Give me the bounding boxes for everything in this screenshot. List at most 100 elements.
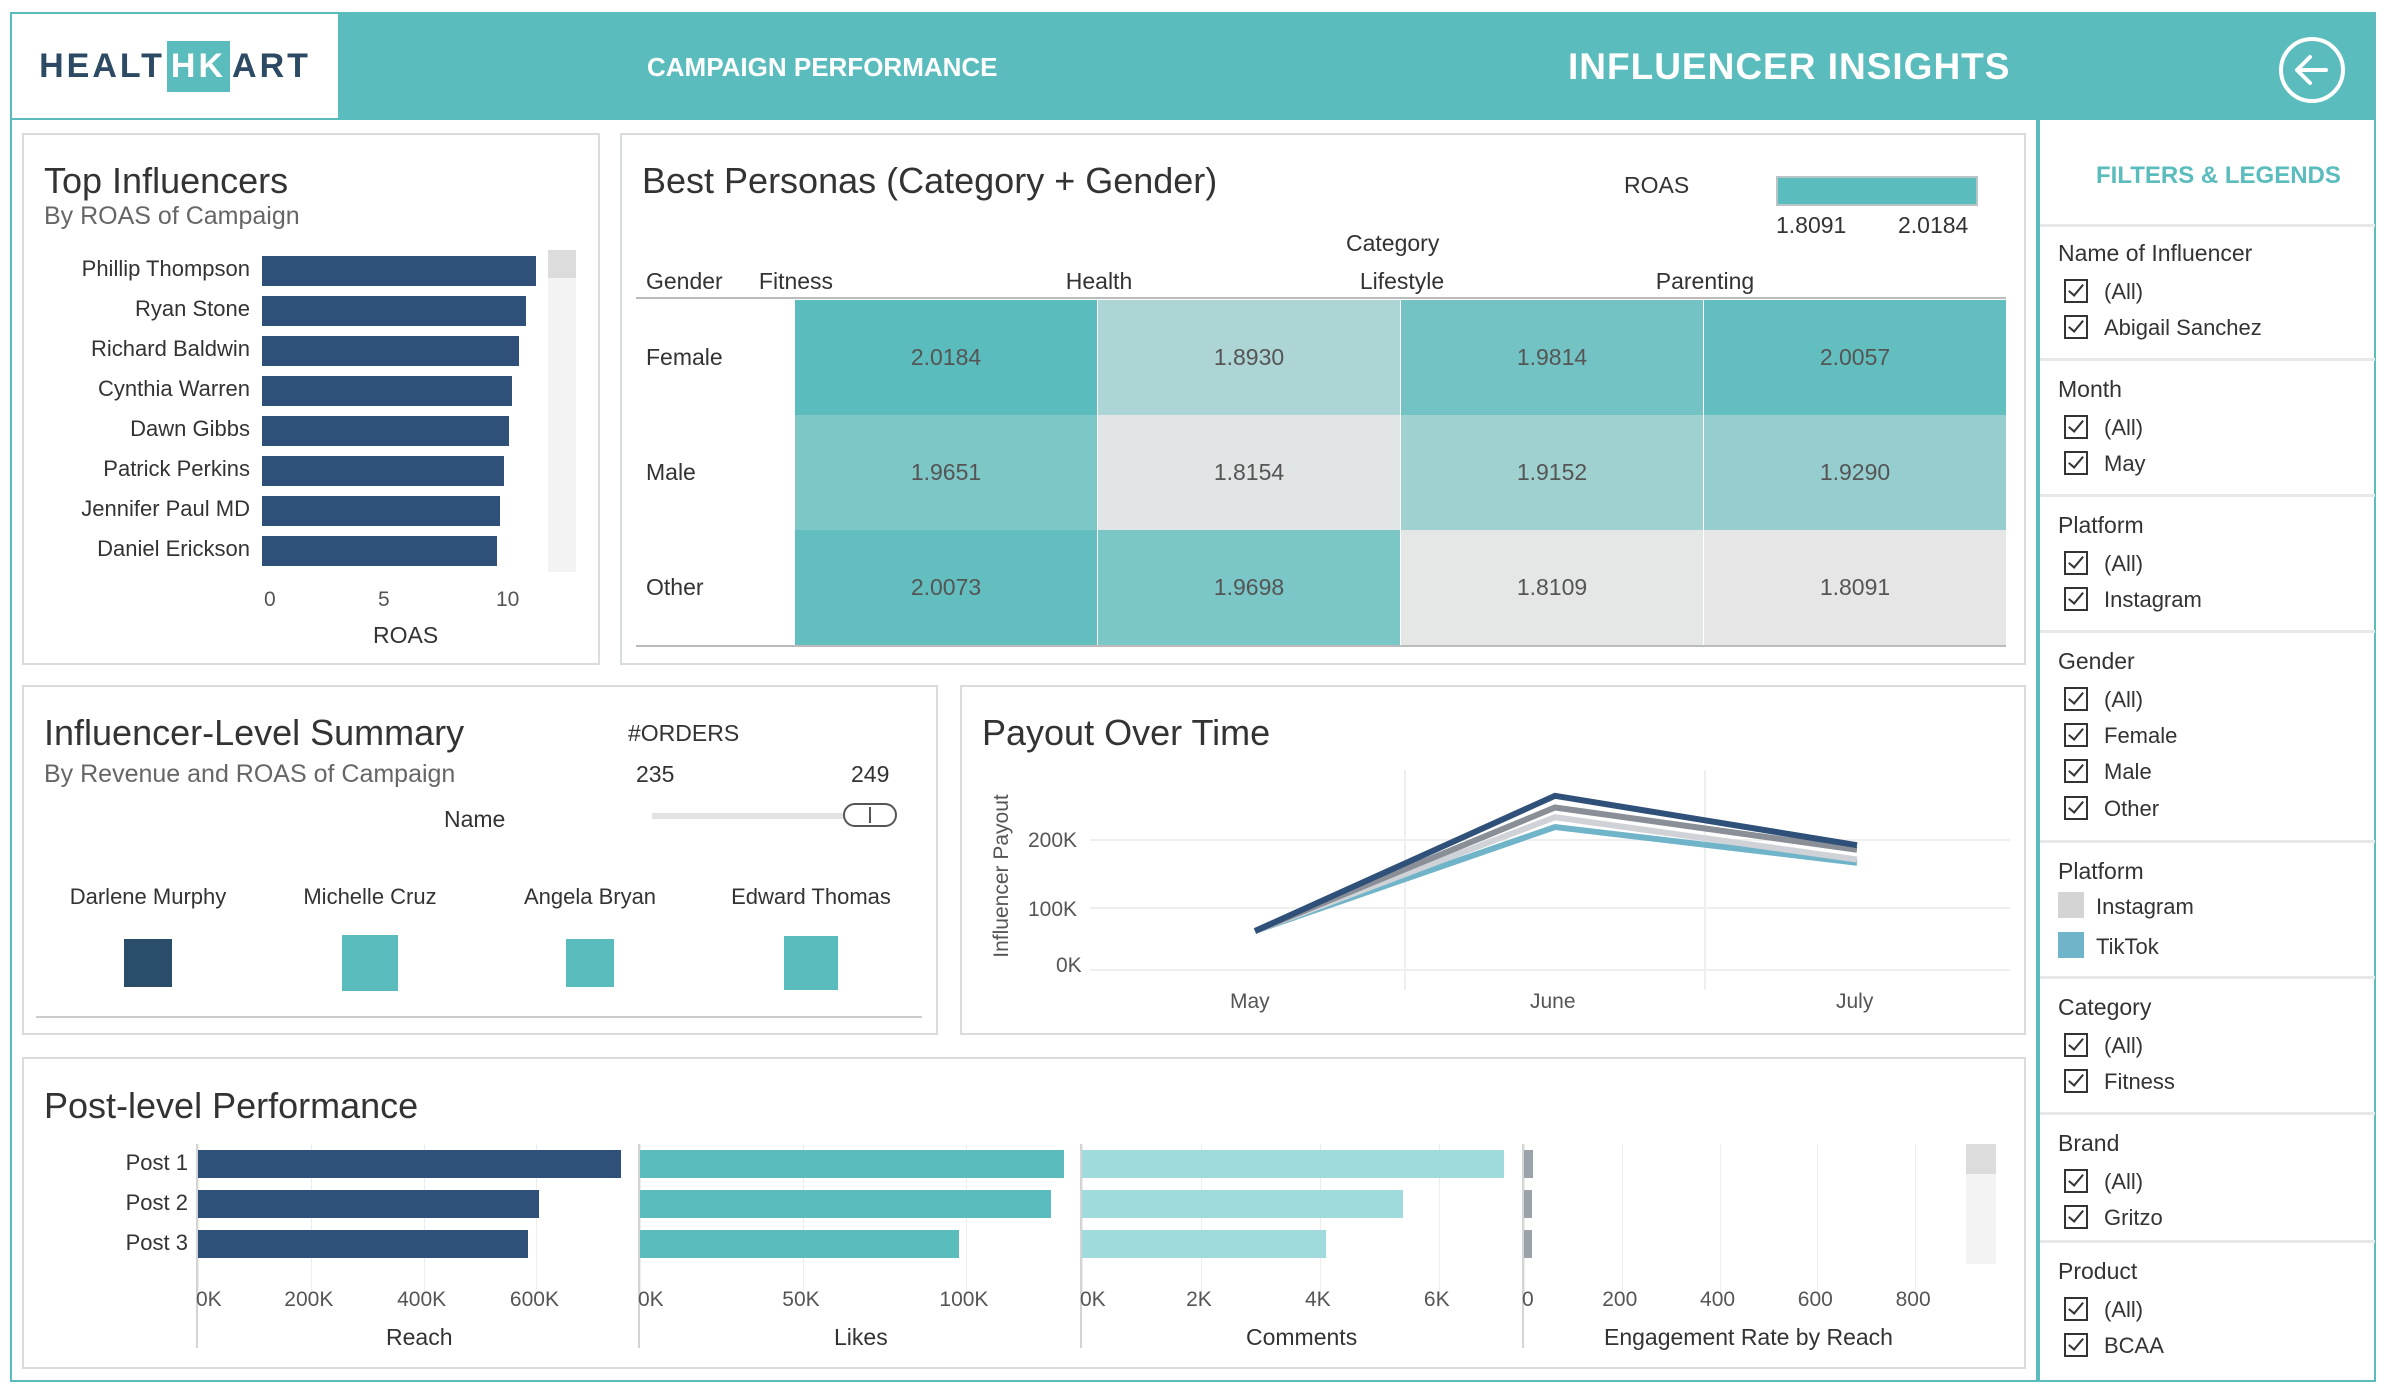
post-bar[interactable] (1524, 1230, 1532, 1258)
filter-product-all-checkbox[interactable] (2064, 1297, 2088, 1321)
payout-x-july: July (1836, 990, 1874, 1013)
filter-brand-title: Brand (2058, 1130, 2120, 1156)
heatmap-cell[interactable]: 2.0184 (795, 300, 1097, 415)
filter-influencer-abigail-checkbox[interactable] (2064, 315, 2088, 339)
filter-gender-female[interactable]: Female (2104, 723, 2177, 749)
heatmap-cell[interactable]: 1.8930 (1098, 300, 1400, 415)
personas-legend-max: 2.0184 (1898, 212, 1969, 238)
post-bar[interactable] (640, 1150, 1064, 1178)
nav-campaign-performance[interactable]: CAMPAIGN PERFORMANCE (647, 52, 998, 83)
post-bar[interactable] (1082, 1190, 1404, 1218)
orders-slider-handle[interactable] (843, 803, 897, 827)
ti-bar[interactable] (262, 456, 505, 486)
filter-category-all[interactable]: (All) (2104, 1033, 2143, 1059)
post-bar[interactable] (198, 1150, 622, 1178)
heatmap-cell[interactable]: 2.0057 (1704, 300, 2006, 415)
payout-x-may: May (1230, 990, 1270, 1013)
filter-influencer-all-checkbox[interactable] (2064, 279, 2088, 303)
personas-category-header: Category (1346, 230, 1440, 256)
ti-bar[interactable] (262, 496, 500, 526)
filters-sep (2040, 976, 2375, 979)
header-bar (10, 12, 2376, 120)
filter-brand-gritzo[interactable]: Gritzo (2104, 1205, 2163, 1231)
heatmap-cell[interactable]: 1.9290 (1704, 415, 2006, 530)
post-tick: 400K (397, 1288, 447, 1311)
heatmap-cell[interactable]: 1.9651 (795, 415, 1097, 530)
filter-product-bcaa-checkbox[interactable] (2064, 1333, 2088, 1357)
filter-gender-male-checkbox[interactable] (2064, 759, 2088, 783)
post-bar[interactable] (640, 1190, 1051, 1218)
ti-bar[interactable] (262, 296, 526, 326)
filters-sep (2040, 630, 2375, 633)
filter-month-may[interactable]: May (2104, 451, 2146, 477)
heatmap-cell[interactable]: 1.8154 (1098, 415, 1400, 530)
filter-brand-gritzo-checkbox[interactable] (2064, 1205, 2088, 1229)
heatmap-cell[interactable]: 1.9152 (1401, 415, 1703, 530)
filter-platform-all[interactable]: (All) (2104, 551, 2143, 577)
post-bar[interactable] (1082, 1230, 1326, 1258)
filter-product-all[interactable]: (All) (2104, 1297, 2143, 1323)
posts-comments-label: Comments (1246, 1324, 1358, 1350)
filter-category-fitness[interactable]: Fitness (2104, 1069, 2175, 1095)
summary-person-marker[interactable] (342, 935, 398, 991)
post-bar[interactable] (198, 1230, 528, 1258)
payout-series-line[interactable] (1254, 823, 1858, 934)
heatmap-cell[interactable]: 1.9698 (1098, 530, 1400, 645)
heatmap-cell[interactable]: 1.9814 (1401, 300, 1703, 415)
ti-bar[interactable] (262, 376, 512, 406)
post-tick: 0K (196, 1288, 222, 1311)
ti-bar[interactable] (262, 256, 536, 286)
filter-influencer-abigail[interactable]: Abigail Sanchez (2104, 315, 2262, 341)
filter-brand-all[interactable]: (All) (2104, 1169, 2143, 1195)
filter-product-bcaa[interactable]: BCAA (2104, 1333, 2164, 1359)
filter-gender-male[interactable]: Male (2104, 759, 2152, 785)
top-influencers-scrollbar[interactable] (548, 250, 576, 572)
post-bar[interactable] (640, 1230, 960, 1258)
post-bar[interactable] (198, 1190, 540, 1218)
scrollbar-thumb[interactable] (548, 250, 576, 278)
nav-influencer-insights[interactable]: INFLUENCER INSIGHTS (1568, 46, 2010, 88)
filter-platform-instagram-checkbox[interactable] (2064, 587, 2088, 611)
summary-person-marker[interactable] (566, 939, 614, 987)
heatmap-cell[interactable]: 1.8091 (1704, 530, 2006, 645)
filter-gender-female-checkbox[interactable] (2064, 723, 2088, 747)
heatmap-cell[interactable]: 2.0073 (795, 530, 1097, 645)
filter-gender-all[interactable]: (All) (2104, 687, 2143, 713)
logo[interactable]: HEALT HK ART (12, 14, 338, 118)
filter-category-all-checkbox[interactable] (2064, 1033, 2088, 1057)
filter-category-fitness-checkbox[interactable] (2064, 1069, 2088, 1093)
heatmap-row-label: Female (646, 344, 723, 370)
post-tick: 2K (1186, 1288, 1212, 1311)
post-bar[interactable] (1082, 1150, 1505, 1178)
heatmap-col-header: Parenting (1655, 268, 1755, 294)
filter-month-all-checkbox[interactable] (2064, 415, 2088, 439)
filter-gender-other-checkbox[interactable] (2064, 796, 2088, 820)
filter-brand-all-checkbox[interactable] (2064, 1169, 2088, 1193)
ti-bar[interactable] (262, 416, 510, 446)
filter-influencer-all[interactable]: (All) (2104, 279, 2143, 305)
back-icon[interactable] (2278, 36, 2345, 103)
post-bar[interactable] (1524, 1150, 1533, 1178)
ti-bar-label: Richard Baldwin (91, 336, 250, 361)
ti-bar[interactable] (262, 336, 519, 366)
post-tick: 200K (284, 1288, 334, 1311)
post-tick: 600K (509, 1288, 559, 1311)
posts-likes-label: Likes (834, 1324, 888, 1350)
filter-platform-all-checkbox[interactable] (2064, 551, 2088, 575)
scrollbar-thumb[interactable] (1966, 1144, 1996, 1174)
ti-bar[interactable] (262, 536, 498, 566)
payout-ytick-200k: 200K (1028, 829, 1078, 852)
posts-scrollbar[interactable] (1966, 1144, 1996, 1264)
post-bar[interactable] (1524, 1190, 1532, 1218)
filter-month-all[interactable]: (All) (2104, 415, 2143, 441)
filter-platform-title: Platform (2058, 512, 2144, 538)
filter-gender-other[interactable]: Other (2104, 796, 2159, 822)
summary-person-marker[interactable] (784, 936, 838, 990)
post-tick: 600 (1797, 1288, 1833, 1311)
filter-month-may-checkbox[interactable] (2064, 451, 2088, 475)
summary-person-marker[interactable] (124, 939, 172, 987)
filter-platform-instagram[interactable]: Instagram (2104, 587, 2202, 613)
ti-bar-label: Ryan Stone (135, 296, 250, 321)
heatmap-cell[interactable]: 1.8109 (1401, 530, 1703, 645)
filter-gender-all-checkbox[interactable] (2064, 687, 2088, 711)
